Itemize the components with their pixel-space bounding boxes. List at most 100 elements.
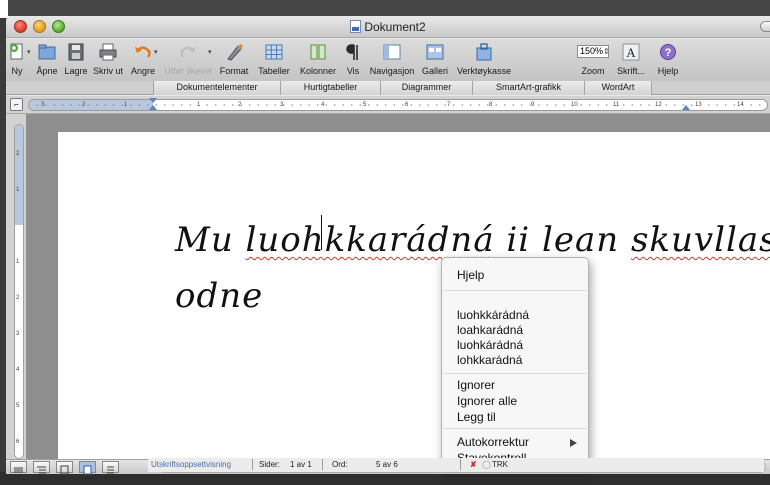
status-words-value[interactable]: 5 av 6 bbox=[376, 460, 398, 469]
zoom-stepper-icon[interactable]: ⇕ bbox=[603, 47, 610, 56]
toolbar-zoom-control[interactable]: 150% Zoom bbox=[575, 39, 611, 81]
tab-selector-button[interactable]: ⌐ bbox=[10, 98, 23, 111]
toolbar-button-toolbox[interactable]: Verktøykasse bbox=[451, 39, 517, 81]
ruler-number: 12 bbox=[655, 100, 662, 110]
status-track-changes[interactable]: TRK bbox=[492, 460, 508, 469]
document-line-1[interactable]: Mu luohkkarádná ii lean skuvllas bbox=[175, 220, 770, 260]
toolbar-button-columns[interactable]: Kolonner bbox=[295, 39, 341, 81]
vertical-ruler-number: 4 bbox=[16, 367, 20, 373]
spelling-status-icon[interactable]: ✘ bbox=[470, 460, 477, 469]
title-bar: Dokument2 bbox=[6, 16, 770, 38]
undo-icon bbox=[135, 46, 151, 58]
save-disk-icon bbox=[68, 43, 84, 61]
toolbar-button-redo[interactable]: Utfør likevel bbox=[162, 39, 214, 81]
vertical-ruler[interactable]: 2 1 1 2 3 4 5 6 bbox=[14, 124, 24, 459]
toolbar-button-gallery[interactable]: Galleri bbox=[419, 39, 451, 81]
zoom-value: 150% bbox=[580, 46, 604, 56]
ruler-number: 13 bbox=[695, 100, 702, 110]
tab-label: WordArt bbox=[601, 82, 635, 92]
publishing-view-icon bbox=[60, 465, 69, 475]
redo-dropdown-arrow[interactable]: ▾ bbox=[208, 48, 212, 56]
toolbar-label-tables: Tabeller bbox=[258, 66, 290, 76]
ruler-number: 5 bbox=[363, 100, 367, 110]
tab-diagrammer[interactable]: Diagrammer bbox=[380, 81, 472, 95]
document-word: Mu bbox=[175, 220, 234, 260]
tab-dokumentelementer[interactable]: Dokumentelementer bbox=[153, 81, 280, 95]
help-icon: ? bbox=[660, 44, 676, 60]
toolbar-button-print[interactable]: Skriv ut bbox=[91, 39, 125, 81]
tab-hurtigtabeller[interactable]: Hurtigtabeller bbox=[280, 81, 380, 95]
toolbar-button-view[interactable]: Vis bbox=[341, 39, 365, 81]
columns-icon bbox=[310, 44, 326, 60]
ruler-number: 9 bbox=[531, 100, 535, 110]
ruler-number: 2 bbox=[82, 100, 86, 110]
vertical-ruler-number: 6 bbox=[16, 439, 20, 445]
toolbar-button-new[interactable]: Ny bbox=[6, 39, 28, 81]
status-pages-value[interactable]: 1 av 1 bbox=[290, 460, 312, 469]
toolbar-label-redo: Utfør likevel bbox=[164, 66, 212, 76]
toolbar-button-font[interactable]: A Skrift... bbox=[611, 39, 651, 81]
font-icon: A bbox=[622, 43, 640, 61]
screenshot-frame-top bbox=[8, 0, 770, 16]
tab-wordart[interactable]: WordArt bbox=[584, 81, 652, 95]
toolbar-label-columns: Kolonner bbox=[299, 66, 337, 76]
misspelled-word[interactable]: luohkkarádná bbox=[246, 220, 495, 260]
horizontal-ruler[interactable]: 3 2 1 1 2 3 4 5 6 7 8 9 10 11 12 13 14 bbox=[28, 98, 768, 111]
toolbar-label-save: Lagre bbox=[64, 66, 88, 76]
status-view-name: Utskriftsoppsettvisning bbox=[151, 460, 232, 469]
toolbar-button-navigation[interactable]: Navigasjon bbox=[365, 39, 419, 81]
undo-dropdown-arrow[interactable]: ▾ bbox=[154, 48, 158, 56]
menu-item-add[interactable]: Legg til bbox=[457, 410, 496, 424]
status-divider bbox=[252, 459, 253, 470]
document-page[interactable] bbox=[58, 132, 770, 459]
ruler-number: 7 bbox=[447, 100, 451, 110]
svg-text:?: ? bbox=[665, 47, 672, 59]
status-words-label: Ord: bbox=[332, 460, 348, 469]
tab-smartart[interactable]: SmartArt-grafikk bbox=[472, 81, 584, 95]
elements-gallery-tabs: Dokumentelementer Hurtigtabeller Diagram… bbox=[6, 81, 770, 95]
publishing-view-button[interactable] bbox=[56, 461, 73, 475]
draft-view-button[interactable] bbox=[10, 461, 27, 473]
outline-view-icon bbox=[37, 466, 46, 474]
menu-item-label: Autokorrektur bbox=[457, 435, 530, 449]
menu-item-suggestion[interactable]: lohkkarádná bbox=[457, 353, 522, 367]
menu-item-suggestion[interactable]: luohkárádná bbox=[457, 338, 523, 352]
toolbar-button-tables[interactable]: Tabeller bbox=[253, 39, 295, 81]
toolbar-toggle-button[interactable] bbox=[760, 21, 770, 32]
new-dropdown-arrow[interactable]: ▾ bbox=[27, 48, 31, 56]
hanging-indent-marker[interactable] bbox=[149, 105, 157, 110]
menu-item-autocorrect[interactable]: Autokorrektur bbox=[457, 435, 529, 449]
first-line-indent-marker[interactable] bbox=[149, 98, 157, 103]
toolbox-icon bbox=[476, 43, 492, 61]
menu-item-ignore-all[interactable]: Ignorer alle bbox=[457, 394, 517, 408]
submenu-arrow-icon bbox=[570, 439, 577, 447]
spelling-context-menu: Hjelp luohkkárádná loahkarádná luohkárád… bbox=[441, 257, 589, 470]
toolbar-button-undo[interactable]: Angre bbox=[126, 39, 160, 81]
ruler-number: 1 bbox=[124, 100, 128, 110]
gallery-icon bbox=[426, 44, 444, 60]
misspelled-word[interactable]: skuvllas bbox=[631, 220, 770, 260]
menu-item-label: Legg til bbox=[457, 410, 496, 424]
toolbar-button-open[interactable]: Åpne bbox=[33, 39, 61, 81]
tab-label: Hurtigtabeller bbox=[303, 82, 358, 92]
menu-item-label: Ignorer bbox=[457, 378, 496, 392]
document-line-2[interactable]: odne bbox=[175, 276, 263, 316]
ruler-number: 6 bbox=[405, 100, 409, 110]
menu-item-label: luohkkárádná bbox=[457, 308, 530, 322]
right-indent-marker[interactable] bbox=[682, 105, 690, 110]
toolbar-button-format[interactable]: Format bbox=[215, 39, 253, 81]
ruler-number: 11 bbox=[613, 100, 620, 110]
notebook-view-button[interactable] bbox=[102, 461, 119, 474]
toolbar-button-save[interactable]: Lagre bbox=[61, 39, 91, 81]
outline-view-button[interactable] bbox=[33, 461, 50, 474]
tab-label: SmartArt-grafikk bbox=[495, 82, 561, 92]
toolbar-button-help[interactable]: ? Hjelp bbox=[651, 39, 685, 81]
menu-item-suggestion[interactable]: luohkkárádná bbox=[457, 308, 529, 322]
menu-separator bbox=[443, 428, 587, 429]
status-bar: Utskriftsoppsettvisning Sider: 1 av 1 Or… bbox=[148, 458, 764, 472]
print-layout-view-button[interactable] bbox=[79, 461, 96, 475]
toolbar-label-zoom: Zoom bbox=[581, 66, 605, 76]
menu-item-ignore[interactable]: Ignorer bbox=[457, 378, 495, 392]
menu-item-help[interactable]: Hjelp bbox=[457, 268, 484, 282]
menu-item-suggestion[interactable]: loahkarádná bbox=[457, 323, 523, 337]
